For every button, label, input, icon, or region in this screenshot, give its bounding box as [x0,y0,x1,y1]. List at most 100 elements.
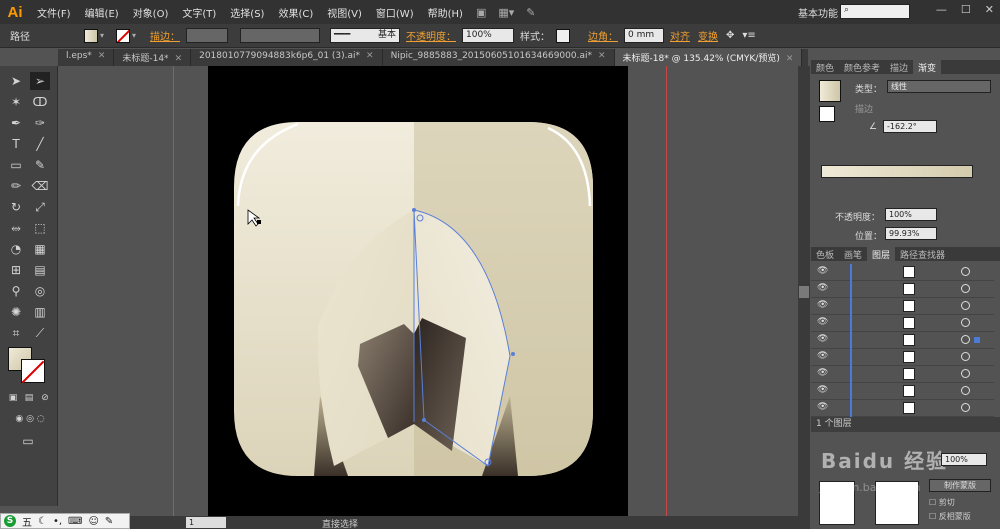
search-input[interactable]: ⌕ [840,4,910,19]
layer-row[interactable]: 👁 [811,383,994,400]
color-mode-icon[interactable]: ▣ [6,389,20,407]
rotate-tool-icon[interactable]: ↻ [6,198,26,216]
shape-builder-tool-icon[interactable]: ◔ [6,240,26,258]
draw-mode-icons[interactable]: ◉ ◎ ◌ [6,410,54,428]
menu-effect[interactable]: 效果(C) [271,5,320,20]
tab-swatches[interactable]: 色板 [811,247,839,261]
opacity-field[interactable]: 100% [462,28,514,43]
eye-icon[interactable]: 👁 [817,283,828,293]
make-mask-button[interactable]: 制作蒙版 [929,479,991,492]
canvas-area[interactable] [58,66,798,516]
selection-tool-icon[interactable]: ➤ [6,72,26,90]
chevron-down-icon[interactable]: ▾ [132,31,142,40]
menu-help[interactable]: 帮助(H) [421,5,470,20]
transparency-opacity-field[interactable]: 100% [941,453,987,466]
menu-view[interactable]: 视图(V) [320,5,369,20]
close-icon[interactable]: ✕ [598,51,606,61]
layer-row[interactable]: 👁 [811,400,994,417]
close-icon[interactable]: ✕ [175,54,183,64]
workspace-switcher[interactable]: 基本功能 [798,5,838,20]
target-icon[interactable] [961,335,970,344]
close-icon[interactable]: ✕ [366,51,374,61]
symbol-sprayer-tool-icon[interactable]: ✺ [6,303,26,321]
layer-row[interactable]: 👁 [811,298,994,315]
layer-row[interactable]: 👁 [811,281,994,298]
layer-row[interactable]: 👁 [811,366,994,383]
isolate-icon[interactable]: ✥ [726,30,734,41]
maximize-icon[interactable]: ☐ [961,3,971,16]
stroke-color-swatch[interactable] [21,359,45,383]
menu-object[interactable]: 对象(O) [126,5,176,20]
tab-color[interactable]: 颜色 [811,60,839,74]
tab-gradient[interactable]: 渐变 [913,60,942,74]
pencil-tool-icon[interactable]: ✏ [6,177,26,195]
tab-color-guide[interactable]: 颜色参考 [839,60,885,74]
panel-menu-icon[interactable]: ▾≡ [742,30,755,41]
vertical-scrollbar[interactable] [798,66,810,516]
eye-icon[interactable]: 👁 [817,266,828,276]
gradient-location-field[interactable]: 99.93% [885,227,937,240]
layer-row[interactable]: 👁 [811,315,994,332]
curvature-tool-icon[interactable]: ✑ [30,114,50,132]
eye-icon[interactable]: 👁 [817,385,828,395]
gradient-angle-field[interactable]: -162.2° [883,120,937,133]
rectangle-tool-icon[interactable]: ▭ [6,156,26,174]
user-icon[interactable]: ☺ [88,516,98,527]
gradient-thumbnail[interactable] [819,80,841,102]
close-icon[interactable]: ✕ [985,3,994,16]
tab-layers[interactable]: 图层 [867,247,896,261]
perspective-grid-tool-icon[interactable]: ▦ [30,240,50,258]
corner-label[interactable]: 边角： [588,28,618,43]
menu-window[interactable]: 窗口(W) [369,5,421,20]
eye-icon[interactable]: 👁 [817,351,828,361]
screen-mode-icon[interactable]: ▭ [16,432,40,450]
lasso-tool-icon[interactable]: ↀ [30,93,50,111]
stroke-weight-field[interactable] [186,28,228,43]
target-icon[interactable] [961,352,970,361]
target-icon[interactable] [961,267,970,276]
graphic-style-swatch[interactable] [556,28,570,43]
pen-tool-icon[interactable]: ✒ [6,114,26,132]
tab-document-1[interactable]: l.eps* ✕ [58,49,115,66]
wrench-icon[interactable]: ✎ [105,516,113,527]
tab-document-4[interactable]: Nipic_9885883_20150605101634669000.ai* ✕ [383,49,615,66]
target-icon[interactable] [961,403,970,412]
tab-document-active[interactable]: 未标题-18* @ 135.42% (CMYK/预览) ✕ [614,49,803,66]
tab-document-3[interactable]: 20180107790948​83k6p6_01 (3).ai* ✕ [191,49,383,66]
line-tool-icon[interactable]: ╱ [30,135,50,153]
eye-icon[interactable]: 👁 [817,368,828,378]
eye-icon[interactable]: 👁 [817,402,828,412]
minimize-icon[interactable]: — [936,3,947,16]
gradient-tool-icon[interactable]: ▤ [30,261,50,279]
ime-mode-icon[interactable]: 五 [22,514,32,529]
layer-row[interactable]: 👁 [811,349,994,366]
corner-radius-field[interactable]: 0 mm [624,28,664,43]
icon-artwork[interactable] [58,66,798,516]
gradient-opacity-field[interactable]: 100% [885,208,937,221]
direct-selection-tool-icon[interactable]: ➢ [30,72,50,90]
tab-pathfinder[interactable]: 路径查找器 [895,247,950,261]
slice-tool-icon[interactable]: ⟋ [30,324,50,342]
fill-swatch[interactable] [84,28,98,43]
align-link[interactable]: 对齐 [670,28,690,43]
column-graph-tool-icon[interactable]: ▥ [30,303,50,321]
artboard-tool-icon[interactable]: ⌗ [6,324,26,342]
blend-tool-icon[interactable]: ◎ [30,282,50,300]
close-icon[interactable]: ✕ [98,51,106,61]
tab-stroke[interactable]: 描边 [885,60,913,74]
arrange-documents-icon[interactable]: ▦▾ [498,6,514,19]
target-icon[interactable] [961,318,970,327]
target-icon[interactable] [961,386,970,395]
eye-icon[interactable]: 👁 [817,300,828,310]
gradient-stroke-swatch[interactable] [819,106,835,122]
clip-checkbox[interactable]: ☐ 剪切 [929,497,955,508]
menu-type[interactable]: 文字(T) [175,5,223,20]
scale-tool-icon[interactable]: ⤢ [30,198,50,216]
eye-icon[interactable]: 👁 [817,317,828,327]
moon-icon[interactable]: ☾ [38,516,47,527]
gradient-mode-icon[interactable]: ▤ [22,389,36,407]
layer-row-selected[interactable]: 👁 [811,332,994,349]
bridge-icon[interactable]: ▣ [476,6,486,19]
free-transform-tool-icon[interactable]: ⬚ [30,219,50,237]
menu-select[interactable]: 选择(S) [223,5,271,20]
